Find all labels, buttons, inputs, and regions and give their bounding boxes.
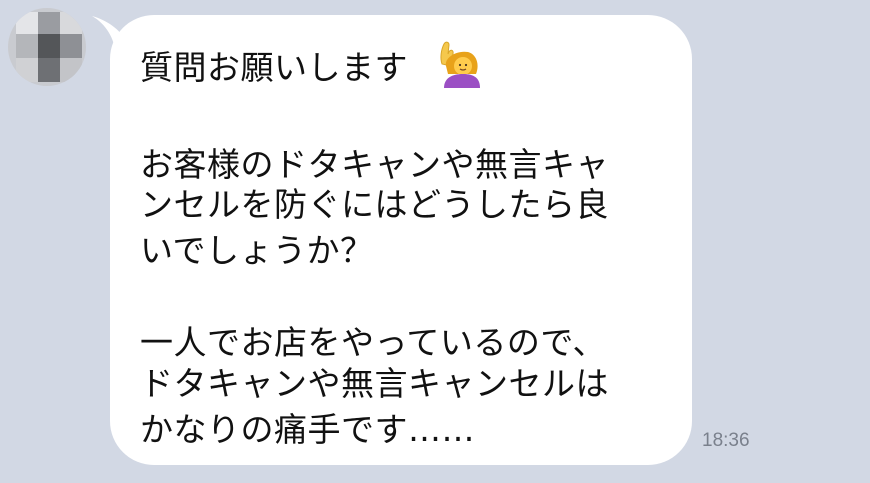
message-line-1: 質問お願いします: [140, 48, 408, 87]
message-line-6: ドタキャンや無言キャンセルは: [140, 364, 609, 403]
message-line-5: 一人でお店をやっているので、: [140, 323, 607, 362]
message-line-3: ンセルを防ぐにはどうしたら良: [140, 185, 609, 224]
message-timestamp: 18:36: [702, 430, 750, 451]
message-line-7: かなりの痛手です……: [140, 410, 475, 449]
message-line-2: お客様のドタキャンや無言キャ: [140, 145, 609, 184]
raising-hand-woman-icon: [440, 41, 480, 88]
sender-avatar[interactable]: [8, 8, 86, 86]
message-line-4: いでしょうか？: [140, 231, 374, 270]
